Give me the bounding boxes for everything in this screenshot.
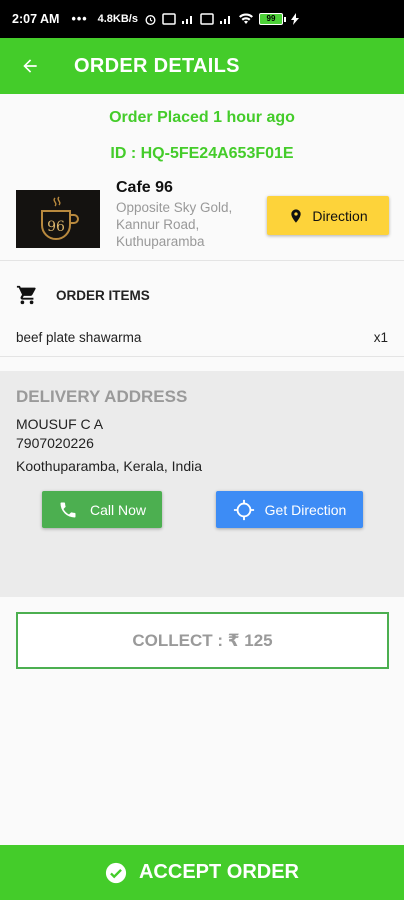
call-now-button[interactable]: Call Now [42, 491, 162, 528]
page-title: ORDER DETAILS [74, 54, 240, 77]
signal-icon [181, 16, 192, 24]
get-direction-label: Get Direction [264, 501, 347, 518]
direction-label: Direction [312, 207, 368, 224]
alarm-icon [145, 14, 156, 25]
list-item: beef plate shawarma x1 [16, 330, 388, 345]
gps-target-icon [233, 499, 254, 520]
check-circle-icon [105, 862, 127, 883]
status-icons: 99 [144, 13, 299, 26]
cafe-logo-icon: 96 [41, 196, 79, 240]
restaurant-logo: 96 [16, 190, 100, 248]
restaurant-name: Cafe 96 [116, 179, 173, 196]
divider [0, 356, 404, 357]
arrow-back-icon [23, 59, 37, 73]
battery-level: 99 [258, 13, 283, 25]
accept-order-button[interactable]: ACCEPT ORDER [0, 845, 404, 900]
signal-icon-2 [219, 16, 230, 24]
status-bar: 2:07 AM ••• 4.8KB/s 99 [0, 0, 404, 38]
divider [0, 260, 404, 261]
customer-address: Koothuparamba, Kerala, India [16, 458, 203, 474]
restaurant-direction-button[interactable]: Direction [267, 196, 389, 235]
customer-phone: 7907020226 [16, 435, 94, 451]
item-qty: x1 [373, 330, 388, 345]
order-items-header: ORDER ITEMS [16, 284, 150, 306]
get-direction-button[interactable]: Get Direction [216, 491, 363, 528]
item-name: beef plate shawarma [16, 330, 142, 345]
status-time: 2:07 AM [12, 12, 60, 26]
location-pin-icon [291, 208, 302, 223]
collect-amount: COLLECT : ₹ 125 [16, 612, 389, 669]
volte-icon [162, 13, 176, 25]
cart-icon [16, 285, 36, 305]
order-items-title: ORDER ITEMS [56, 287, 150, 303]
back-button[interactable] [0, 38, 60, 94]
app-bar: ORDER DETAILS [0, 38, 404, 94]
order-status: Order Placed 1 hour ago [109, 109, 295, 126]
logo-text: 96 [47, 219, 65, 235]
wifi-icon [238, 13, 253, 24]
call-now-label: Call Now [89, 501, 146, 518]
order-id: ID : HQ-5FE24A653F01E [110, 145, 294, 162]
volte-icon-2 [200, 13, 214, 25]
delivery-address-label: DELIVERY ADDRESS [16, 387, 188, 406]
customer-name: MOUSUF C A [16, 416, 104, 432]
restaurant-address: Opposite Sky Gold, Kannur Road, Kuthupar… [116, 200, 233, 249]
battery-icon: 99 [258, 13, 286, 25]
network-speed: 4.8KB/s [97, 13, 138, 25]
more-notifications-icon: ••• [71, 12, 88, 26]
charging-icon [290, 13, 299, 25]
phone-icon [60, 502, 76, 517]
accept-order-label: ACCEPT ORDER [138, 861, 299, 883]
